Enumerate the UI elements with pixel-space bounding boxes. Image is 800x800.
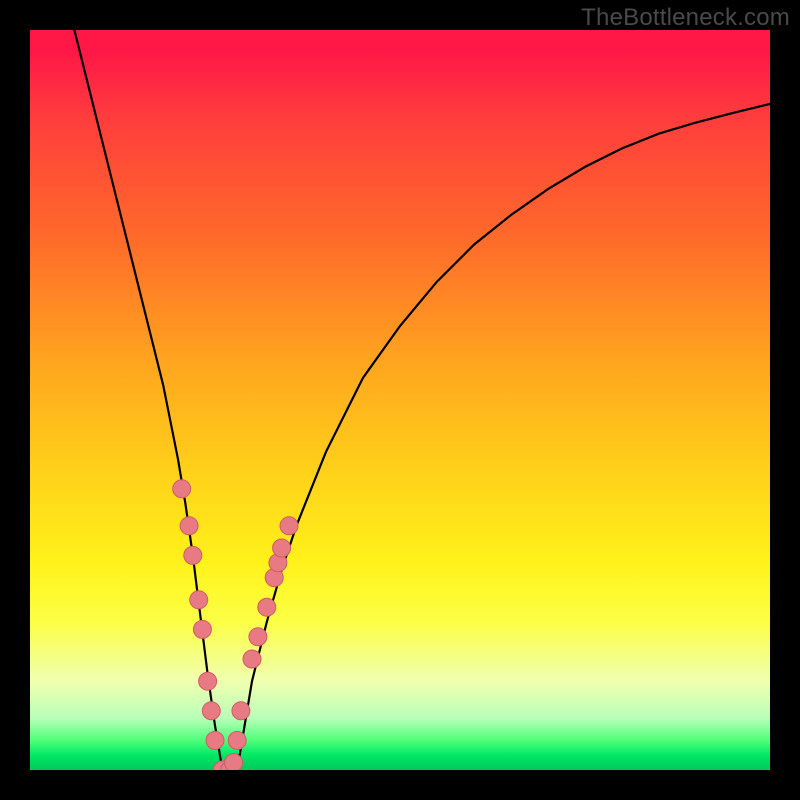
plot-area (30, 30, 770, 770)
data-marker (232, 702, 250, 720)
data-marker (206, 731, 224, 749)
watermark-text: TheBottleneck.com (581, 4, 790, 32)
data-marker (193, 620, 211, 638)
chart-frame: TheBottleneck.com (0, 0, 800, 800)
data-marker (184, 546, 202, 564)
data-marker (173, 480, 191, 498)
data-marker (190, 591, 208, 609)
data-marker (180, 517, 198, 535)
data-marker (225, 754, 243, 770)
data-marker (199, 672, 217, 690)
data-marker (202, 702, 220, 720)
data-marker (249, 628, 267, 646)
bottleneck-curve (74, 30, 770, 770)
data-marker (228, 731, 246, 749)
data-marker (273, 539, 291, 557)
curve-svg (30, 30, 770, 770)
marker-group (173, 480, 298, 770)
data-marker (258, 598, 276, 616)
data-marker (243, 650, 261, 668)
data-marker (280, 517, 298, 535)
